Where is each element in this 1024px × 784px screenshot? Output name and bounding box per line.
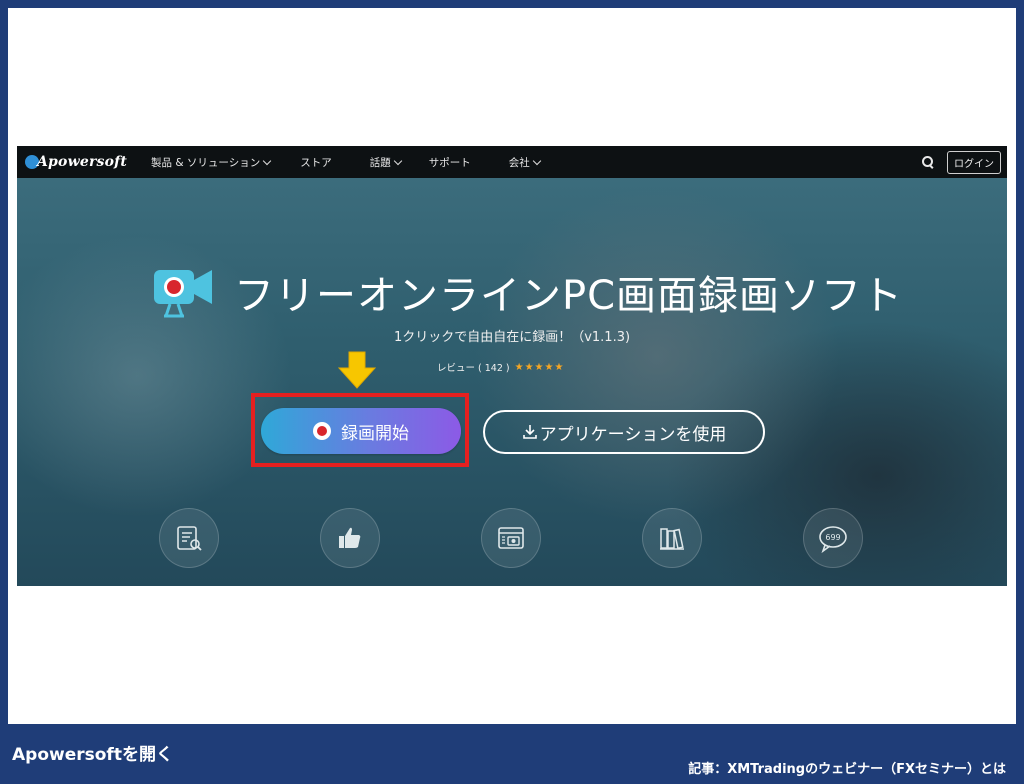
top-navbar: Apowersoft 製品 & ソリューション ストア 話題 サポート 会社 ロ…	[17, 146, 1007, 178]
apowersoft-logo[interactable]: Apowersoft	[25, 154, 127, 170]
caption-title: Apowersoftを開く	[12, 745, 173, 765]
chevron-down-icon	[532, 156, 541, 165]
login-button[interactable]: ログイン	[947, 150, 1001, 174]
nav-item-label: 製品 & ソリューション	[151, 156, 261, 169]
feature-document-search[interactable]	[159, 508, 219, 568]
document-search-icon	[177, 526, 202, 551]
caption-bar: Apowersoftを開く 記事：XMTradingのウェビナー（FXセミナー）…	[0, 724, 1024, 784]
start-recording-label: 録画開始	[341, 423, 409, 444]
feature-books[interactable]	[642, 508, 702, 568]
nav-item-products[interactable]: 製品 & ソリューション	[151, 155, 272, 170]
hero-title-row: フリーオンラインPC画面録画ソフト	[152, 264, 903, 320]
nav-item-company[interactable]: 会社	[508, 155, 541, 170]
use-application-label: アプリケーションを使用	[539, 424, 727, 445]
start-recording-button[interactable]: 録画開始	[261, 408, 461, 454]
down-arrow-icon	[337, 351, 377, 389]
hero-title: フリーオンラインPC画面録画ソフト	[234, 273, 904, 319]
nav-item-topics[interactable]: 話題	[369, 155, 402, 170]
books-icon	[660, 528, 684, 550]
article-link[interactable]: 記事：XMTradingのウェビナー（FXセミナー）とは	[688, 758, 1006, 777]
bubble-count: 699	[825, 533, 840, 542]
nav-item-label: サポート	[428, 156, 471, 169]
use-application-button[interactable]: アプリケーションを使用	[483, 410, 765, 454]
search-icon[interactable]	[921, 155, 935, 169]
feature-browser-camera[interactable]	[481, 508, 541, 568]
feature-thumbs-up[interactable]	[320, 508, 380, 568]
thumbs-up-icon	[339, 527, 361, 548]
feature-speech-bubble[interactable]: 699	[803, 508, 863, 568]
nav-item-store[interactable]: ストア	[300, 155, 332, 170]
chevron-down-icon	[393, 156, 402, 165]
record-icon	[313, 422, 331, 440]
chevron-down-icon	[262, 156, 272, 165]
nav-item-label: 話題	[369, 156, 391, 169]
nav-item-label: ストア	[300, 156, 332, 169]
screen-recorder-camera-icon	[154, 270, 212, 318]
hero-subtitle: 1クリックで自由自在に録画！（v1.1.3)	[393, 330, 631, 345]
website-screenshot: Apowersoft 製品 & ソリューション ストア 話題 サポート 会社 ロ…	[17, 146, 1007, 586]
speech-bubble-699-icon: 699	[819, 526, 847, 554]
nav-item-label: 会社	[508, 156, 530, 169]
review-label: レビュー ( 142 )	[437, 363, 510, 374]
nav-item-support[interactable]: サポート	[429, 155, 471, 170]
logo-text: Apowersoft	[37, 154, 128, 170]
review-summary[interactable]: レビュー ( 142 ) ★★★★★	[437, 360, 565, 375]
download-icon	[522, 425, 537, 439]
rating-stars: ★★★★★	[514, 361, 565, 373]
nav-right-group: ログイン	[921, 150, 1007, 174]
browser-camera-icon	[498, 527, 524, 549]
